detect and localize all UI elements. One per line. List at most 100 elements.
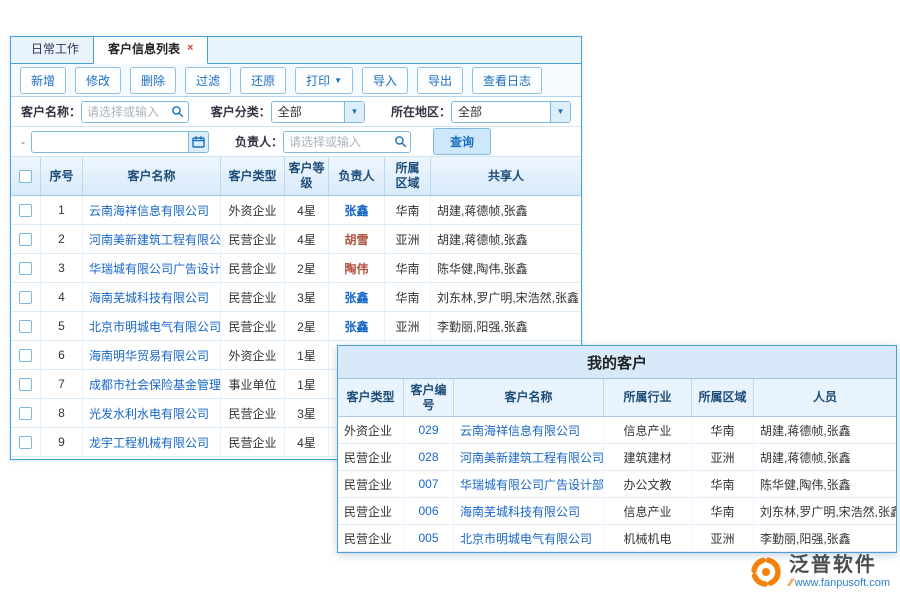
cell-level: 3星: [285, 283, 329, 311]
customer-name-link[interactable]: 北京市明城电气有限公司: [460, 530, 592, 547]
category-select[interactable]: 全部 ▼: [271, 101, 365, 123]
row-checkbox[interactable]: [19, 204, 32, 217]
owner-link[interactable]: 胡雪: [344, 231, 368, 248]
checkbox-cell: [11, 254, 41, 282]
cell-region: 亚洲: [385, 225, 431, 253]
search-icon[interactable]: [390, 132, 410, 152]
col-header-shared[interactable]: 共享人: [431, 157, 581, 195]
customer-name-link[interactable]: 海南芜城科技有限公司: [460, 503, 580, 520]
checkbox-cell: [11, 428, 41, 456]
view-log-button[interactable]: 查看日志: [472, 67, 542, 94]
calendar-icon[interactable]: [188, 132, 208, 152]
cell-no: 3: [41, 254, 83, 282]
row-checkbox[interactable]: [19, 262, 32, 275]
cell-type: 民营企业: [221, 254, 285, 282]
customer-code-link[interactable]: 005: [418, 531, 438, 545]
query-button[interactable]: 查询: [433, 128, 491, 155]
restore-button[interactable]: 还原: [240, 67, 286, 94]
cell-people: 陈华健,陶伟,张鑫: [754, 471, 896, 497]
row-checkbox[interactable]: [19, 349, 32, 362]
owner-link[interactable]: 张鑫: [344, 318, 368, 335]
col-header-no[interactable]: 序号: [41, 157, 83, 195]
row-checkbox[interactable]: [19, 233, 32, 246]
customer-name-link[interactable]: 河南美新建筑工程有限公司: [460, 449, 604, 466]
delete-button[interactable]: 删除: [130, 67, 176, 94]
cell-level: 1星: [285, 370, 329, 398]
row-checkbox[interactable]: [19, 320, 32, 333]
col-header-people[interactable]: 人员: [754, 379, 896, 416]
checkbox-cell: [11, 370, 41, 398]
owner-label: 负责人：: [235, 133, 283, 150]
my-customers-body: 外资企业029云南海祥信息有限公司信息产业华南胡建,蒋德帧,张鑫民营企业028河…: [338, 417, 896, 552]
customer-name-link[interactable]: 华瑞城有限公司广告设计部: [89, 260, 221, 277]
col-header-industry[interactable]: 所属行业: [604, 379, 692, 416]
close-icon[interactable]: ×: [187, 43, 193, 54]
customer-name-link[interactable]: 华瑞城有限公司广告设计部: [460, 476, 604, 493]
customer-name-link[interactable]: 光发水利水电有限公司: [89, 405, 209, 422]
customer-name-link[interactable]: 成都市社会保险基金管理...: [89, 376, 221, 393]
customer-code-link[interactable]: 029: [418, 423, 438, 437]
region-select[interactable]: 全部 ▼: [451, 101, 571, 123]
col-header-owner[interactable]: 负责人: [329, 157, 385, 195]
row-checkbox[interactable]: [19, 378, 32, 391]
brand-name: 泛普软件: [789, 554, 890, 577]
owner-input[interactable]: [284, 132, 390, 152]
col-header-type[interactable]: 客户类型: [221, 157, 285, 195]
cell-no: 2: [41, 225, 83, 253]
customer-name-link[interactable]: 海南芜城科技有限公司: [89, 289, 209, 306]
col-header-region[interactable]: 所属区域: [692, 379, 754, 416]
add-button[interactable]: 新增: [20, 67, 66, 94]
col-header-level[interactable]: 客户等 级: [285, 157, 329, 195]
customer-name-link[interactable]: 云南海祥信息有限公司: [460, 422, 580, 439]
select-all-checkbox[interactable]: [19, 170, 32, 183]
cell-type: 民营企业: [221, 225, 285, 253]
customer-name-link[interactable]: 龙宇工程机械有限公司: [89, 434, 209, 451]
customer-name-input[interactable]: [82, 102, 168, 122]
col-header-region[interactable]: 所属 区域: [385, 157, 431, 195]
col-header-type[interactable]: 客户类型: [338, 379, 404, 416]
checkbox-cell: [11, 341, 41, 369]
print-button[interactable]: 打印 ▼: [295, 67, 353, 94]
col-header-code[interactable]: 客户编 号: [404, 379, 454, 416]
filter-button[interactable]: 过滤: [185, 67, 231, 94]
page: 日常工作 客户信息列表 × 新增 修改 删除 过滤 还原 打印 ▼ 导入 导出 …: [0, 0, 900, 600]
row-checkbox[interactable]: [19, 291, 32, 304]
customer-code-link[interactable]: 007: [418, 477, 438, 491]
customer-name-link[interactable]: 海南明华贸易有限公司: [89, 347, 209, 364]
panel-title: 我的客户: [338, 346, 896, 379]
customer-name-link[interactable]: 北京市明城电气有限公司: [89, 318, 221, 335]
customer-code-link[interactable]: 006: [418, 504, 438, 518]
customer-name-link[interactable]: 河南美新建筑工程有限公司: [89, 231, 221, 248]
cell-industry: 信息产业: [604, 498, 692, 524]
cell-region: 华南: [692, 471, 754, 497]
chevron-down-icon[interactable]: ▼: [344, 102, 364, 122]
cell-people: 胡建,蒋德帧,张鑫: [754, 444, 896, 470]
date-input[interactable]: [32, 132, 188, 152]
cell-type: 民营企业: [338, 525, 404, 551]
cell-type: 民营企业: [221, 283, 285, 311]
tab-customer-list[interactable]: 客户信息列表 ×: [93, 36, 208, 64]
modify-button[interactable]: 修改: [75, 67, 121, 94]
cell-level: 4星: [285, 428, 329, 456]
owner-link[interactable]: 张鑫: [344, 202, 368, 219]
export-button[interactable]: 导出: [417, 67, 463, 94]
cell-level: 2星: [285, 312, 329, 340]
tab-daily-work[interactable]: 日常工作: [17, 36, 93, 63]
customer-name-link[interactable]: 云南海祥信息有限公司: [89, 202, 209, 219]
col-header-name[interactable]: 客户名称: [454, 379, 604, 416]
owner-link[interactable]: 陶伟: [344, 260, 368, 277]
col-header-name[interactable]: 客户名称: [83, 157, 221, 195]
customer-code-link[interactable]: 028: [418, 450, 438, 464]
owner-link[interactable]: 张鑫: [344, 289, 368, 306]
region-label: 所在地区：: [391, 103, 451, 120]
cell-no: 8: [41, 399, 83, 427]
cell-shared: 李勤丽,阳强,张鑫: [431, 312, 581, 340]
row-checkbox[interactable]: [19, 407, 32, 420]
row-checkbox[interactable]: [19, 436, 32, 449]
brand-url[interactable]: ∕∕www.fanpusoft.com: [789, 577, 890, 590]
import-button[interactable]: 导入: [362, 67, 408, 94]
customer-table-header: 序号 客户名称 客户类型 客户等 级 负责人 所属 区域 共享人: [11, 157, 581, 196]
chevron-down-icon[interactable]: ▼: [550, 102, 570, 122]
cell-type: 民营企业: [221, 312, 285, 340]
search-icon[interactable]: [168, 102, 188, 122]
